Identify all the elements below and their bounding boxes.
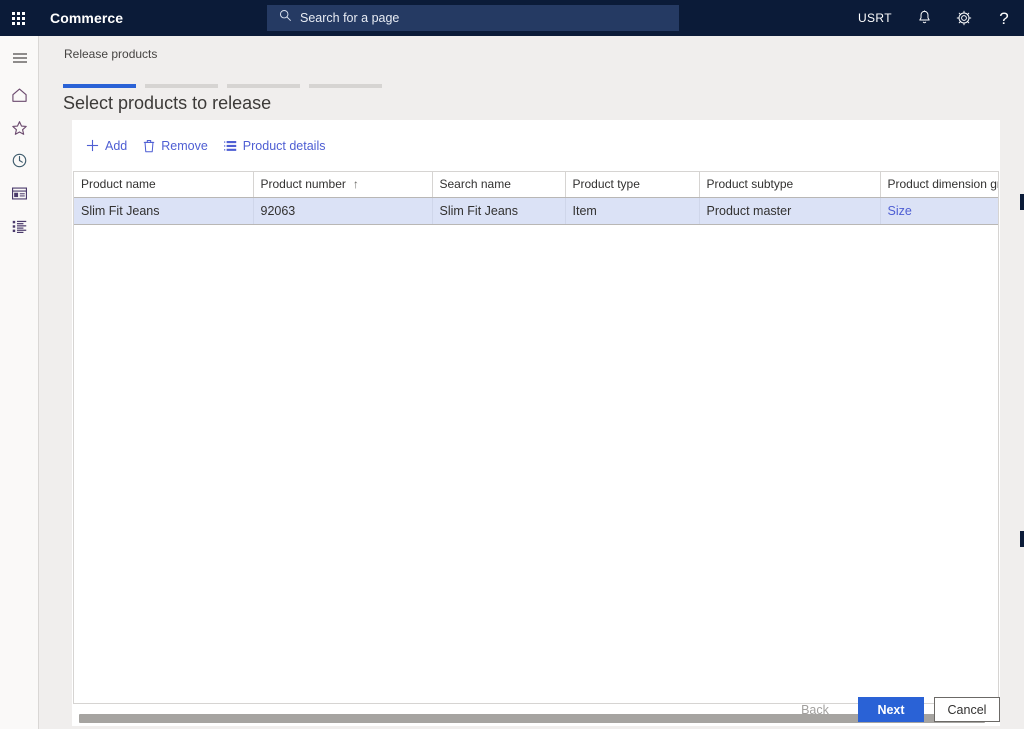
cell-product-number-text: 92063 (261, 204, 296, 218)
products-grid: Product name Product number ↑ Search name… (73, 171, 999, 704)
bell-icon[interactable] (904, 0, 944, 36)
table-header-row: Product name Product number ↑ Search name… (74, 172, 999, 197)
gear-icon[interactable] (944, 0, 984, 36)
wizard-step-indicator (63, 84, 382, 88)
grid-toolbar: Add Remove (72, 120, 1000, 171)
app-launcher-icon[interactable] (0, 0, 36, 36)
home-icon[interactable] (0, 78, 39, 111)
page-scrollbar-mark-top (1020, 194, 1024, 210)
column-header-search-name-label: Search name (440, 177, 511, 191)
cell-search-name-text: Slim Fit Jeans (440, 204, 519, 218)
column-header-product-name-label: Product name (81, 177, 156, 191)
wizard-footer: Back Next Cancel (40, 690, 1024, 729)
cell-product-name-text: Slim Fit Jeans (81, 204, 160, 218)
main-work-area: Release products Select products to rele… (40, 36, 1024, 729)
cell-product-dimension-group[interactable]: Size (880, 197, 999, 224)
search-placeholder: Search for a page (300, 11, 399, 25)
next-button[interactable]: Next (858, 697, 924, 722)
cell-product-type[interactable]: Item (565, 197, 699, 224)
column-header-product-dimension-group[interactable]: Product dimension group (880, 172, 999, 197)
wizard-step-4[interactable] (309, 84, 382, 88)
cell-product-dimension-group-link[interactable]: Size (888, 204, 912, 218)
wizard-step-3[interactable] (227, 84, 300, 88)
page-scrollbar-mark-bottom (1020, 531, 1024, 547)
hamburger-icon[interactable] (0, 41, 39, 74)
remove-button-label: Remove (161, 139, 208, 153)
top-navigation-bar: Commerce Search for a page USRT (0, 0, 1024, 36)
clock-icon[interactable] (0, 144, 39, 177)
wizard-step-2[interactable] (145, 84, 218, 88)
search-input[interactable]: Search for a page (267, 5, 679, 31)
cell-product-type-text: Item (573, 204, 597, 218)
workspace-icon[interactable] (0, 177, 39, 210)
list-icon[interactable] (0, 210, 39, 243)
wizard-step-1[interactable] (63, 84, 136, 88)
cell-product-number[interactable]: 92063 (253, 197, 432, 224)
search-icon (279, 9, 292, 27)
cancel-button[interactable]: Cancel (934, 697, 1000, 722)
page-title: Select products to release (63, 93, 271, 114)
left-navigation-rail (0, 36, 39, 729)
breadcrumb[interactable]: Release products (64, 47, 157, 61)
question-mark-icon[interactable]: ? (984, 0, 1024, 36)
add-button[interactable]: Add (78, 131, 135, 161)
cell-product-name[interactable]: Slim Fit Jeans (74, 197, 253, 224)
sort-ascending-icon: ↑ (353, 177, 359, 191)
add-button-label: Add (105, 139, 127, 153)
back-button[interactable]: Back (782, 697, 848, 722)
column-header-product-name[interactable]: Product name (74, 172, 253, 197)
column-header-product-number-label: Product number (261, 177, 346, 191)
content-card: Add Remove (72, 120, 1000, 726)
page-scrollbar[interactable] (1020, 36, 1024, 729)
table-body: Slim Fit Jeans 92063 Slim Fit Jeans Item (74, 197, 999, 224)
trash-icon (143, 139, 155, 153)
column-header-product-number[interactable]: Product number ↑ (253, 172, 432, 197)
star-icon[interactable] (0, 111, 39, 144)
plus-icon (86, 139, 99, 152)
nav-right-cluster: USRT ? (846, 0, 1024, 36)
cell-product-subtype[interactable]: Product master (699, 197, 880, 224)
remove-button[interactable]: Remove (135, 131, 216, 161)
cell-search-name[interactable]: Slim Fit Jeans (432, 197, 565, 224)
company-selector[interactable]: USRT (846, 0, 904, 36)
details-list-icon (224, 140, 237, 152)
cell-product-subtype-text: Product master (707, 204, 792, 218)
app-title: Commerce (50, 10, 123, 26)
product-details-button[interactable]: Product details (216, 131, 334, 161)
products-table: Product name Product number ↑ Search name… (74, 172, 999, 225)
app-launcher-glyph (12, 12, 25, 25)
column-header-product-dimension-group-label: Product dimension group (888, 177, 1000, 191)
table-row[interactable]: Slim Fit Jeans 92063 Slim Fit Jeans Item (74, 197, 999, 224)
column-header-product-type[interactable]: Product type (565, 172, 699, 197)
column-header-product-type-label: Product type (573, 177, 640, 191)
question-mark-glyph: ? (999, 10, 1008, 27)
column-header-product-subtype[interactable]: Product subtype (699, 172, 880, 197)
product-details-button-label: Product details (243, 139, 326, 153)
column-header-search-name[interactable]: Search name (432, 172, 565, 197)
column-header-product-subtype-label: Product subtype (707, 177, 794, 191)
